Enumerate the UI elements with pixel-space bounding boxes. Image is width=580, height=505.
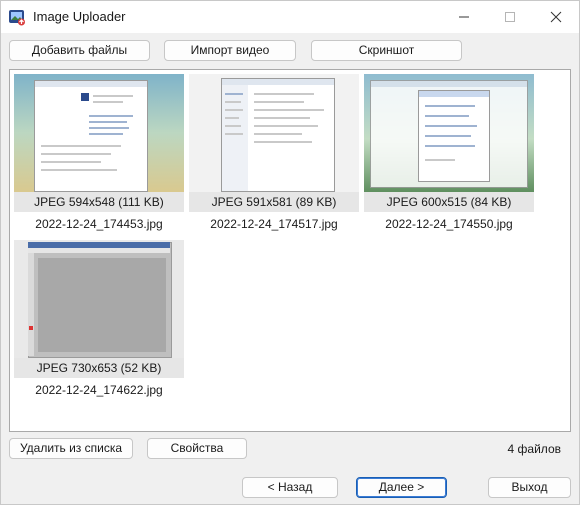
file-info: JPEG 594x548 (111 KB) — [14, 192, 184, 212]
file-info: JPEG 600x515 (84 KB) — [364, 192, 534, 212]
window-title: Image Uploader — [33, 9, 126, 24]
thumbnail-image — [14, 74, 184, 192]
file-tile[interactable]: JPEG 594x548 (111 KB) 2022-12-24_174453.… — [14, 74, 184, 234]
import-video-button[interactable]: Импорт видео — [164, 40, 296, 61]
file-name: 2022-12-24_174453.jpg — [35, 217, 163, 231]
file-name: 2022-12-24_174622.jpg — [35, 383, 163, 397]
file-tile[interactable]: JPEG 730x653 (52 KB) 2022-12-24_174622.j… — [14, 240, 184, 400]
file-tile[interactable]: JPEG 591x581 (89 KB) 2022-12-24_174517.j… — [189, 74, 359, 234]
maximize-icon — [505, 12, 515, 22]
file-tile[interactable]: JPEG 600x515 (84 KB) 2022-12-24_174550.j… — [364, 74, 534, 234]
minimize-icon — [459, 16, 469, 18]
close-icon — [550, 11, 562, 23]
thumbnail-image — [14, 240, 184, 358]
file-name: 2022-12-24_174517.jpg — [210, 217, 338, 231]
exit-button[interactable]: Выход — [488, 477, 571, 498]
app-window: Image Uploader Добавить файлы Импорт вид… — [0, 0, 580, 505]
thumbnail-image — [189, 74, 359, 192]
file-list[interactable]: JPEG 594x548 (111 KB) 2022-12-24_174453.… — [9, 69, 571, 432]
add-files-button[interactable]: Добавить файлы — [9, 40, 150, 61]
file-info: JPEG 730x653 (52 KB) — [14, 358, 184, 378]
file-info: JPEG 591x581 (89 KB) — [189, 192, 359, 212]
thumbnail-image — [364, 74, 534, 192]
remove-from-list-button[interactable]: Удалить из списка — [9, 438, 133, 459]
app-icon — [9, 10, 25, 26]
file-name: 2022-12-24_174550.jpg — [385, 217, 513, 231]
minimize-button[interactable] — [441, 1, 487, 33]
next-button[interactable]: Далее > — [356, 477, 447, 498]
screenshot-button[interactable]: Скриншот — [311, 40, 462, 61]
title-bar: Image Uploader — [1, 1, 579, 33]
maximize-button[interactable] — [487, 1, 533, 33]
close-button[interactable] — [533, 1, 579, 33]
properties-button[interactable]: Свойства — [147, 438, 247, 459]
back-button[interactable]: < Назад — [242, 477, 338, 498]
file-count: 4 файлов — [507, 442, 561, 456]
